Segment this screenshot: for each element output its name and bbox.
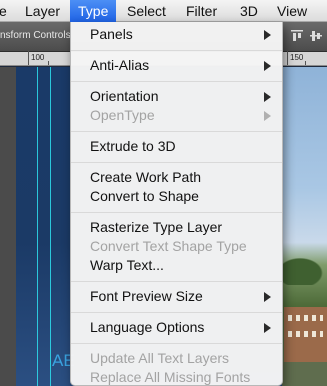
menu-item-label: Convert to Shape	[90, 188, 199, 204]
menu-item-rasterize-type-layer[interactable]: Rasterize Type Layer	[71, 218, 282, 238]
menu-item-label: Language Options	[90, 319, 205, 335]
menu-edit[interactable]: e	[0, 0, 7, 22]
photo-layer	[282, 67, 327, 386]
menu-item-label: Font Preview Size	[90, 288, 203, 304]
menu-item-label: OpenType	[90, 107, 155, 123]
pasteboard	[0, 67, 16, 386]
menu-3d[interactable]: 3D	[240, 0, 258, 22]
menu-item-font-preview-size[interactable]: Font Preview Size	[71, 287, 282, 307]
menu-separator	[71, 162, 282, 163]
menu-item-warp-text[interactable]: Warp Text...	[71, 256, 282, 276]
triangle-right-icon	[264, 323, 271, 333]
triangle-right-icon	[264, 292, 271, 302]
menu-item-opentype: OpenType	[71, 106, 282, 126]
triangle-right-icon	[264, 61, 271, 71]
menu-item-convert-text-shape-type: Convert Text Shape Type	[71, 237, 282, 257]
guide-line[interactable]	[37, 67, 38, 386]
ruler-tick	[28, 51, 29, 65]
menu-select[interactable]: Select	[127, 0, 166, 22]
menu-item-label: Panels	[90, 26, 133, 42]
menu-item-replace-all-missing-fonts: Replace All Missing Fonts	[71, 368, 282, 386]
ruler-tick	[305, 61, 306, 65]
menu-item-label: Orientation	[90, 88, 159, 104]
menu-bar: e Layer Type Select Filter 3D View	[0, 0, 327, 22]
ground-shape	[282, 362, 327, 386]
menu-type[interactable]: Type	[70, 0, 117, 22]
menu-view[interactable]: View	[277, 0, 307, 22]
triangle-right-icon	[264, 111, 271, 121]
menu-item-create-work-path[interactable]: Create Work Path	[71, 168, 282, 188]
menu-item-label: Warp Text...	[90, 257, 164, 273]
menu-separator	[71, 50, 282, 51]
guide-line[interactable]	[50, 67, 51, 386]
menu-item-label: Rasterize Type Layer	[90, 219, 223, 235]
menu-layer[interactable]: Layer	[25, 0, 60, 22]
tree-shape	[282, 255, 327, 285]
menu-item-label: Create Work Path	[90, 169, 202, 185]
menu-item-update-all-text-layers: Update All Text Layers	[71, 349, 282, 369]
ruler-label: 150	[290, 53, 304, 62]
menu-separator	[71, 281, 282, 282]
menu-item-label: Extrude to 3D	[90, 138, 176, 154]
menu-item-orientation[interactable]: Orientation	[71, 87, 282, 107]
menu-separator	[71, 81, 282, 82]
ruler-tick	[287, 51, 288, 65]
menu-item-label: Update All Text Layers	[90, 350, 230, 366]
ruler-label: 100	[31, 53, 45, 62]
transform-controls-label[interactable]: nsform Controls	[0, 30, 71, 41]
menu-item-convert-to-shape[interactable]: Convert to Shape	[71, 187, 282, 207]
menu-item-label: Replace All Missing Fonts	[90, 369, 251, 385]
menu-separator	[71, 131, 282, 132]
menu-item-anti-alias[interactable]: Anti-Alias	[71, 56, 282, 76]
menu-separator	[71, 343, 282, 344]
menu-separator	[71, 212, 282, 213]
menu-filter[interactable]: Filter	[186, 0, 217, 22]
align-middle-icon[interactable]	[309, 29, 323, 43]
type-menu: Panels Anti-Alias Orientation OpenType E…	[70, 22, 283, 386]
menu-item-extrude-to-3d[interactable]: Extrude to 3D	[71, 137, 282, 157]
align-top-icon[interactable]	[290, 29, 304, 43]
menu-item-language-options[interactable]: Language Options	[71, 318, 282, 338]
menu-item-label: Convert Text Shape Type	[90, 238, 247, 254]
building-shape	[284, 307, 327, 362]
menu-separator	[71, 312, 282, 313]
menu-item-label: Anti-Alias	[90, 57, 150, 73]
menu-item-panels[interactable]: Panels	[71, 25, 282, 45]
triangle-right-icon	[264, 30, 271, 40]
triangle-right-icon	[264, 92, 271, 102]
ruler-tick	[48, 61, 49, 65]
